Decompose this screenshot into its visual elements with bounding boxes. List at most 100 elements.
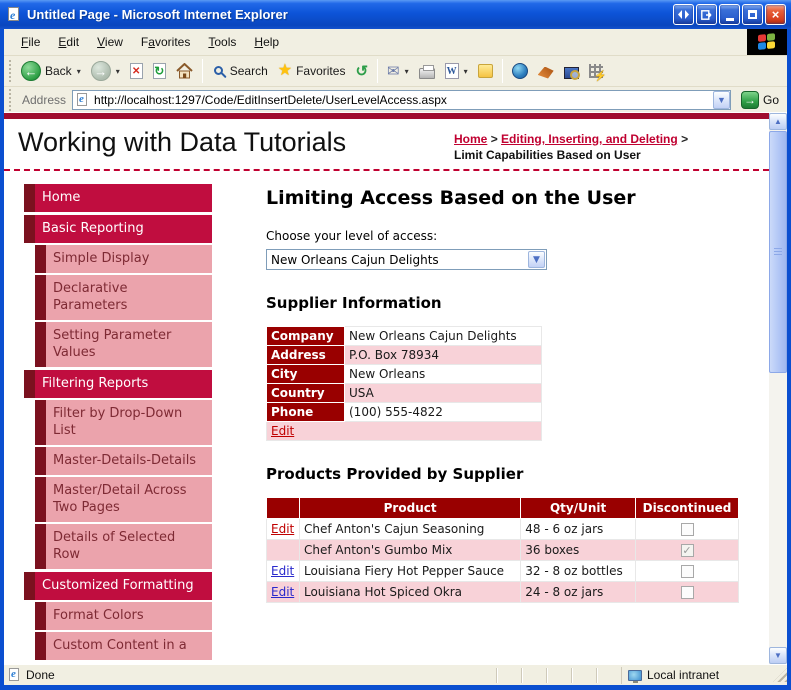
address-dropdown-button[interactable]: ▼ — [712, 90, 730, 109]
window-arrows-button[interactable] — [673, 4, 694, 25]
menu-file[interactable]: File — [12, 32, 49, 52]
nav-strip-icon — [35, 477, 46, 522]
breadcrumb-section-link[interactable]: Editing, Inserting, and Deleting — [501, 132, 678, 146]
supplier-row-value: USA — [344, 383, 542, 403]
address-input[interactable]: e http://localhost:1297/Code/EditInsertD… — [72, 89, 731, 110]
window-popout-button[interactable] — [696, 4, 717, 25]
sidebar-item-setting-parameter-values[interactable]: Setting Parameter Values — [35, 322, 212, 367]
close-button[interactable]: × — [765, 4, 786, 25]
toolbar-separator — [377, 59, 379, 83]
nav-square-icon — [24, 184, 35, 212]
status-page-icon: e — [8, 667, 21, 683]
resize-grip[interactable] — [773, 668, 787, 682]
site-header: Working with Data Tutorials Home > Editi… — [4, 119, 769, 171]
page-body: Home Basic Reporting Simple Display Decl… — [4, 171, 769, 664]
sidebar-item-filter-by-dropdown-list[interactable]: Filter by Drop-Down List — [35, 400, 212, 445]
sidebar-item-master-detail-across-two-pages[interactable]: Master/Detail Across Two Pages — [35, 477, 212, 522]
back-dropdown-icon[interactable]: ▾ — [77, 67, 81, 76]
access-level-select[interactable]: New Orleans Cajun Delights ▼ — [266, 249, 547, 270]
sidebar-item-filtering-reports[interactable]: Filtering Reports — [24, 370, 212, 398]
zone-text: Local intranet — [647, 668, 720, 682]
toolbar-grip[interactable] — [9, 60, 13, 82]
breadcrumb: Home > Editing, Inserting, and Deleting … — [454, 127, 759, 163]
page-content: Working with Data Tutorials Home > Editi… — [4, 113, 769, 664]
breadcrumb-home-link[interactable]: Home — [454, 132, 487, 146]
breadcrumb-separator: > — [681, 132, 689, 146]
discontinued-checkbox[interactable]: ✓ — [680, 523, 694, 536]
supplier-edit-link[interactable]: Edit — [271, 424, 294, 438]
minimize-button[interactable] — [719, 4, 740, 25]
scroll-down-button[interactable]: ▼ — [769, 647, 787, 664]
refresh-button[interactable]: ↻ — [148, 61, 171, 81]
sidebar-item-home[interactable]: Home — [24, 184, 212, 212]
back-button[interactable]: ← Back ▾ — [16, 59, 86, 83]
menu-tools[interactable]: Tools — [199, 32, 245, 52]
menu-help[interactable]: Help — [245, 32, 288, 52]
maximize-button[interactable] — [742, 4, 763, 25]
forward-button[interactable]: → ▾ — [86, 59, 125, 83]
edit-with-word-button[interactable]: W ▾ — [440, 61, 473, 81]
scrollbar-track[interactable] — [769, 130, 787, 647]
go-button[interactable]: → Go — [737, 90, 783, 110]
refresh-icon: ↻ — [152, 63, 166, 79]
quill-icon — [537, 66, 554, 79]
select-dropdown-icon[interactable]: ▼ — [528, 251, 545, 268]
supplier-row-value: P.O. Box 78934 — [344, 345, 542, 365]
sidebar-item-declarative-parameters[interactable]: Declarative Parameters — [35, 275, 212, 320]
back-label: Back — [45, 64, 72, 78]
sidebar-item-format-colors[interactable]: Format Colors — [35, 602, 212, 630]
history-button[interactable]: ↺ — [350, 62, 373, 81]
grid-lightning-icon — [588, 64, 607, 82]
menu-view[interactable]: View — [88, 32, 132, 52]
favorites-button[interactable]: ★ Favorites — [273, 61, 351, 81]
sidebar-item-simple-display[interactable]: Simple Display — [35, 245, 212, 273]
page-title: Limiting Access Based on the User — [266, 187, 636, 209]
scroll-up-button[interactable]: ▲ — [769, 113, 787, 130]
discontinued-checkbox[interactable]: ✓ — [680, 586, 694, 599]
sidebar-item-custom-content[interactable]: Custom Content in a — [35, 632, 212, 660]
access-level-label: Choose your level of access: — [266, 229, 438, 243]
edit-dropdown-icon[interactable]: ▾ — [464, 67, 468, 76]
forward-dropdown-icon[interactable]: ▾ — [116, 67, 120, 76]
home-button[interactable] — [171, 61, 198, 81]
book-search-icon — [563, 66, 580, 80]
addon-button[interactable] — [533, 62, 559, 81]
status-pane — [496, 667, 521, 683]
nav-strip-icon — [35, 322, 46, 367]
sidebar-item-details-of-selected-row[interactable]: Details of Selected Row — [35, 524, 212, 569]
table-row: Edit Louisiana Fiery Hot Pepper Sauce 32… — [266, 560, 739, 582]
column-header-edit — [266, 497, 300, 519]
stop-button[interactable]: ✕ — [125, 61, 148, 81]
mail-button[interactable]: ✉ ▾ — [382, 62, 414, 81]
mail-dropdown-icon[interactable]: ▾ — [405, 67, 409, 76]
search-button[interactable]: Search — [207, 62, 273, 80]
sidebar-item-master-details-details[interactable]: Master-Details-Details — [35, 447, 212, 475]
addressbar-grip[interactable] — [9, 88, 13, 111]
research-button[interactable] — [507, 61, 533, 81]
product-edit-link[interactable]: Edit — [271, 522, 294, 536]
breadcrumb-separator: > — [490, 132, 498, 146]
search-icon — [213, 66, 223, 75]
messenger-button[interactable] — [473, 62, 498, 80]
grid-tool-button[interactable] — [584, 62, 608, 82]
scrollbar-thumb[interactable] — [769, 131, 787, 373]
toolbar-separator — [201, 59, 203, 83]
book-search-button[interactable] — [559, 62, 584, 81]
print-button[interactable] — [414, 62, 440, 81]
status-pane — [546, 667, 571, 683]
table-row: Phone (100) 555-4822 — [266, 402, 542, 422]
table-row: Address P.O. Box 78934 — [266, 345, 542, 365]
vertical-scrollbar[interactable]: ▲ ▼ — [769, 113, 787, 664]
product-edit-link[interactable]: Edit — [271, 564, 294, 578]
table-row: Edit Chef Anton's Cajun Seasoning 48 - 6… — [266, 518, 739, 540]
discontinued-checkbox[interactable]: ✓ — [680, 544, 694, 557]
page-area: Working with Data Tutorials Home > Editi… — [4, 113, 787, 664]
discontinued-checkbox[interactable]: ✓ — [680, 565, 694, 578]
table-row: Edit — [266, 421, 542, 441]
menu-favorites[interactable]: Favorites — [132, 32, 199, 52]
sidebar-item-customized-formatting[interactable]: Customized Formatting — [24, 572, 212, 600]
windows-flag-icon — [758, 33, 776, 51]
product-edit-link[interactable]: Edit — [271, 585, 294, 599]
sidebar-item-basic-reporting[interactable]: Basic Reporting — [24, 215, 212, 243]
menu-edit[interactable]: Edit — [49, 32, 88, 52]
